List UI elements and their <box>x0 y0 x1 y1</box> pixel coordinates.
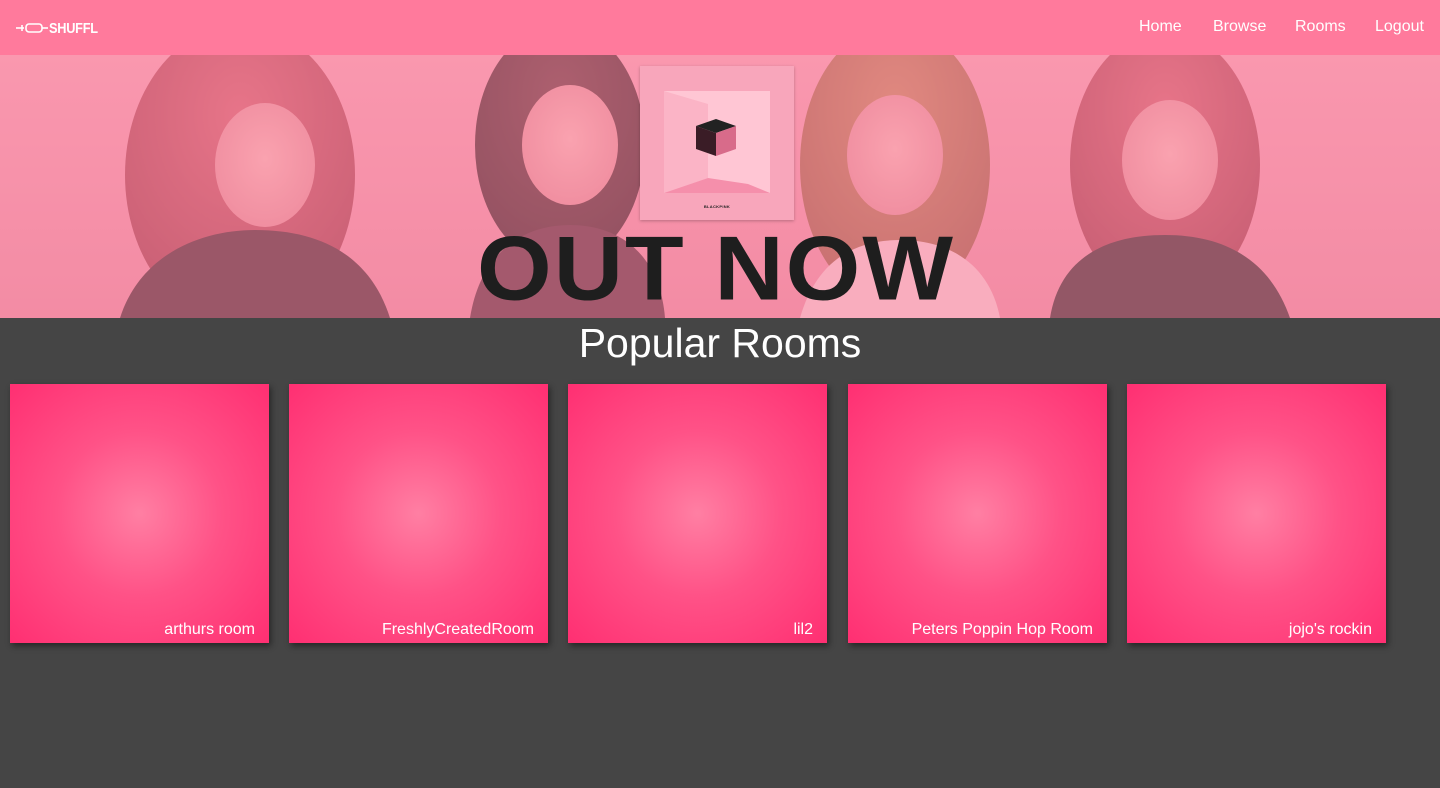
plug-icon <box>16 23 48 33</box>
banner-title: OUT NOW <box>477 217 955 318</box>
album-artwork <box>640 66 794 220</box>
section-title: Popular Rooms <box>578 320 862 366</box>
logo[interactable]: SHUFFL <box>16 18 106 38</box>
album-label: BLACKPINK <box>703 204 731 209</box>
album-cover[interactable]: BLACKPINK <box>640 66 794 220</box>
room-card[interactable]: jojo's rockin <box>1127 384 1386 643</box>
room-name: FreshlyCreatedRoom <box>381 621 534 638</box>
logo-text: SHUFFL <box>49 19 98 37</box>
room-card[interactable]: Peters Poppin Hop Room <box>848 384 1107 643</box>
nav-rooms[interactable]: Rooms <box>1295 18 1346 36</box>
room-name: arthurs room <box>164 621 255 638</box>
room-card[interactable]: FreshlyCreatedRoom <box>289 384 548 643</box>
nav-home[interactable]: Home <box>1139 18 1182 36</box>
room-card[interactable]: lil2 <box>568 384 827 643</box>
hero-banner[interactable]: BLACKPINK OUT NOW <box>0 55 1440 318</box>
room-name: lil2 <box>793 621 813 638</box>
navbar: SHUFFL Home Browse Rooms Logout <box>0 0 1440 55</box>
nav-logout[interactable]: Logout <box>1375 18 1424 36</box>
nav-browse[interactable]: Browse <box>1213 18 1266 36</box>
room-name: Peters Poppin Hop Room <box>911 621 1093 638</box>
room-name: jojo's rockin <box>1288 621 1372 638</box>
room-card[interactable]: arthurs room <box>10 384 269 643</box>
